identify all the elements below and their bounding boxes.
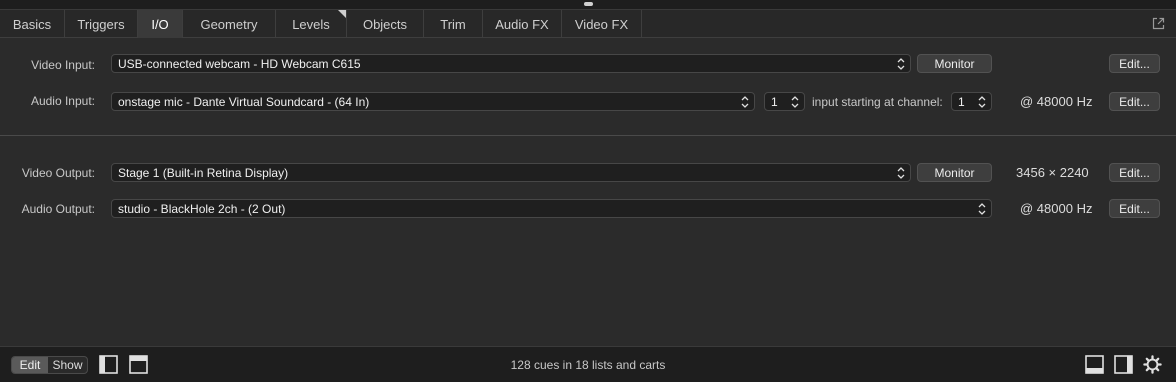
audio-output-edit-button[interactable]: Edit... (1109, 199, 1160, 218)
io-panel: Video Input: USB-connected webcam - HD W… (0, 38, 1176, 346)
tab-levels[interactable]: Levels (276, 10, 347, 38)
start-channel-label: input starting at channel: (812, 95, 943, 109)
audio-output-sample-rate: @ 48000 Hz (1020, 201, 1093, 216)
chevron-updown-icon (741, 96, 749, 108)
start-channel-value: 1 (958, 94, 965, 109)
chevron-updown-icon (978, 203, 986, 215)
tab-label: Objects (362, 16, 408, 32)
drag-handle[interactable] (584, 2, 593, 6)
edit-show-mode-toggle[interactable]: Edit Show (11, 356, 88, 374)
stepper-arrows-icon (791, 96, 799, 108)
video-output-label: Video Output: (21, 166, 95, 180)
tab-geometry[interactable]: Geometry (183, 10, 276, 38)
audio-input-label: Audio Input: (30, 94, 95, 108)
tab-label: Basics (12, 16, 52, 32)
tab-objects[interactable]: Objects (347, 10, 424, 38)
tab-video-fx[interactable]: Video FX (562, 10, 642, 38)
video-input-value: USB-connected webcam - HD Webcam C615 (118, 56, 361, 71)
tab-modified-marker (338, 10, 346, 18)
audio-input-edit-button[interactable]: Edit... (1109, 92, 1160, 111)
gear-icon[interactable] (1143, 355, 1162, 374)
tab-io[interactable]: I/O (138, 10, 183, 38)
panel-right-icon[interactable] (1114, 355, 1133, 374)
chevron-updown-icon (897, 58, 905, 70)
video-output-value: Stage 1 (Built-in Retina Display) (118, 165, 289, 180)
tab-label: Triggers (77, 16, 125, 32)
audio-input-value: onstage mic - Dante Virtual Soundcard - … (118, 94, 370, 109)
channel-count-value: 1 (771, 94, 778, 109)
tab-label: Audio FX (495, 16, 549, 32)
tab-basics[interactable]: Basics (0, 10, 65, 38)
tab-trim[interactable]: Trim (424, 10, 483, 38)
tab-triggers[interactable]: Triggers (65, 10, 138, 38)
tab-label: Video FX (574, 16, 629, 32)
audio-input-sample-rate: @ 48000 Hz (1020, 94, 1093, 109)
video-output-edit-button[interactable]: Edit... (1109, 163, 1160, 182)
tab-audio-fx[interactable]: Audio FX (483, 10, 562, 38)
tab-label: Levels (292, 16, 330, 32)
chevron-updown-icon (897, 167, 905, 179)
audio-output-select[interactable]: studio - BlackHole 2ch - (2 Out) (111, 199, 992, 218)
tab-label: Geometry (200, 16, 258, 32)
video-output-select[interactable]: Stage 1 (Built-in Retina Display) (111, 163, 911, 182)
footer-bar: Edit Show 128 cues in 18 lists and carts (0, 346, 1176, 382)
mode-edit[interactable]: Edit (12, 357, 48, 373)
audio-input-channel-count-stepper[interactable]: 1 (764, 92, 805, 111)
section-divider (0, 135, 1176, 136)
tab-label: Trim (440, 16, 466, 32)
audio-output-value: studio - BlackHole 2ch - (2 Out) (118, 201, 286, 216)
sidebar-left-icon[interactable] (99, 355, 118, 374)
audio-output-label: Audio Output: (21, 202, 95, 216)
video-output-resolution: 3456 × 2240 (1016, 165, 1089, 180)
popout-icon[interactable] (1152, 17, 1165, 30)
video-input-monitor-button[interactable]: Monitor (917, 54, 992, 73)
video-input-select[interactable]: USB-connected webcam - HD Webcam C615 (111, 54, 911, 73)
panel-bottom-icon[interactable] (1085, 355, 1104, 374)
video-input-label: Video Input: (31, 58, 95, 72)
audio-input-start-channel-stepper[interactable]: 1 (951, 92, 992, 111)
inspector-tab-bar: Basics Triggers I/O Geometry Levels Obje… (0, 9, 1176, 38)
cue-count-status: 128 cues in 18 lists and carts (510, 358, 666, 372)
stepper-arrows-icon (978, 96, 986, 108)
mode-show[interactable]: Show (48, 357, 87, 373)
audio-input-select[interactable]: onstage mic - Dante Virtual Soundcard - … (111, 92, 755, 111)
inspector-top-icon[interactable] (129, 355, 148, 374)
tab-label: I/O (151, 16, 169, 32)
video-output-monitor-button[interactable]: Monitor (917, 163, 992, 182)
video-input-edit-button[interactable]: Edit... (1109, 54, 1160, 73)
